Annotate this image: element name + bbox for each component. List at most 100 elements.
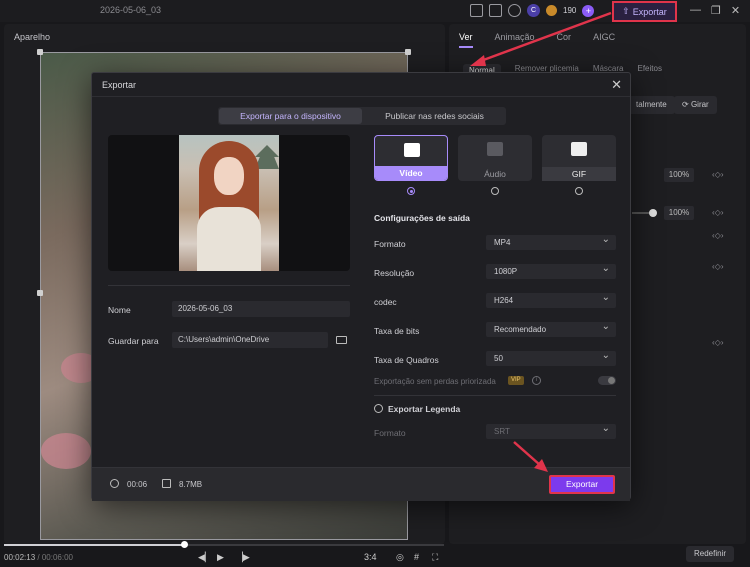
- tab-aigc[interactable]: AIGC: [593, 32, 615, 48]
- layout-icon[interactable]: [470, 4, 483, 17]
- output-settings-title: Configurações de saída: [374, 213, 470, 223]
- resolution-label: Resolução: [374, 268, 415, 278]
- format-radios: [374, 187, 616, 196]
- keyframe-icon[interactable]: ‹◇›: [712, 338, 723, 347]
- export-subtitle-label: Exportar Legenda: [388, 404, 461, 414]
- subtab-effects[interactable]: Efeitos: [638, 64, 662, 77]
- flip-horizontal-button[interactable]: talmente: [628, 96, 675, 114]
- minimize-icon[interactable]: —: [690, 4, 701, 17]
- dialog-footer: 00:06 8.7MB Exportar: [92, 467, 630, 501]
- scale-value-1[interactable]: 100%: [664, 168, 694, 182]
- folder-icon[interactable]: [336, 336, 347, 344]
- save-path-input[interactable]: C:\Users\admin\OneDrive: [172, 332, 328, 348]
- codec-select[interactable]: H264: [486, 290, 616, 308]
- upload-icon: ⇧: [622, 6, 630, 16]
- bitrate-label: Taxa de bits: [374, 326, 420, 336]
- divider: [374, 395, 616, 396]
- titlebar-icons: C 190 +: [470, 4, 595, 17]
- format-label: Formato: [374, 239, 406, 249]
- prev-frame-icon[interactable]: ◀▏: [198, 552, 212, 563]
- tab-publish-social[interactable]: Publicar nas redes sociais: [363, 107, 506, 125]
- name-input[interactable]: 2026-05-06_03: [172, 301, 350, 317]
- flower-decoration: [41, 433, 91, 469]
- total-time: / 00:06:00: [37, 553, 73, 562]
- vip-badge: VIP: [508, 376, 524, 385]
- close-window-icon[interactable]: ✕: [731, 4, 740, 17]
- framerate-label: Taxa de Quadros: [374, 355, 439, 365]
- format-card-gif[interactable]: GIF: [542, 135, 616, 181]
- snapshot-icon[interactable]: ◎: [396, 552, 404, 563]
- keyframe-icon[interactable]: ‹◇›: [712, 231, 723, 240]
- resize-handle[interactable]: [405, 49, 411, 55]
- radio-audio[interactable]: [458, 187, 532, 196]
- format-type-cards: Vídeo Áudio GIF: [374, 135, 616, 181]
- bitrate-select[interactable]: Recomendado: [486, 319, 616, 337]
- progress-fill: [4, 544, 184, 546]
- resize-handle[interactable]: [37, 49, 43, 55]
- music-note-icon: [487, 142, 503, 156]
- lossless-toggle[interactable]: [598, 376, 616, 385]
- slider-knob[interactable]: [649, 209, 657, 217]
- codec-label: codec: [374, 297, 397, 307]
- coin-icon: [546, 5, 557, 16]
- rotate-button[interactable]: ⟳ Girar: [674, 96, 717, 114]
- info-icon[interactable]: i: [532, 376, 541, 385]
- keyframe-icon[interactable]: ‹◇›: [712, 170, 723, 179]
- current-time: 00:02:13: [4, 553, 36, 562]
- export-button[interactable]: Exportar: [549, 475, 615, 494]
- reset-button[interactable]: Redefinir: [686, 546, 734, 562]
- tab-animacao[interactable]: Animação: [495, 32, 535, 48]
- add-credits-button[interactable]: +: [582, 4, 595, 17]
- subtitle-format-label: Formato: [374, 428, 406, 438]
- file-size-icon: [162, 479, 171, 488]
- radio-video[interactable]: [374, 187, 448, 196]
- subtitle-format-select[interactable]: SRT: [486, 421, 616, 439]
- rotate-label: Girar: [690, 100, 709, 109]
- lossless-label: Exportação sem perdas priorizada: [374, 377, 496, 386]
- fullscreen-icon[interactable]: ⛶: [432, 552, 438, 563]
- aspect-ratio-select[interactable]: 3:4: [364, 552, 377, 562]
- tab-cor[interactable]: Cor: [557, 32, 572, 48]
- resolution-select[interactable]: 1080P: [486, 261, 616, 279]
- export-top-label: Exportar: [632, 6, 667, 17]
- keyframe-icon[interactable]: ‹◇›: [712, 208, 723, 217]
- play-icon[interactable]: ▶: [217, 552, 224, 563]
- export-thumbnail: [108, 135, 350, 271]
- gif-icon: [571, 142, 587, 156]
- video-icon: [404, 143, 420, 157]
- window-controls: — ❐ ✕: [690, 4, 740, 17]
- dialog-title: Exportar: [102, 80, 137, 90]
- format-card-video[interactable]: Vídeo: [374, 135, 448, 181]
- restore-icon[interactable]: ❐: [711, 4, 721, 17]
- thumbnail-image: [179, 135, 279, 271]
- feedback-icon[interactable]: [489, 4, 502, 17]
- keyframe-icon[interactable]: ‹◇›: [712, 262, 723, 271]
- avatar[interactable]: C: [527, 4, 540, 17]
- dialog-header: Exportar ✕: [92, 73, 630, 97]
- tab-ver[interactable]: Ver: [459, 32, 473, 48]
- resize-handle[interactable]: [37, 290, 43, 296]
- format-card-audio[interactable]: Áudio: [458, 135, 532, 181]
- divider: [108, 285, 350, 286]
- preview-label: Aparelho: [14, 32, 51, 42]
- radio-gif[interactable]: [542, 187, 616, 196]
- download-icon[interactable]: [508, 4, 521, 17]
- time-display: 00:02:13 / 00:06:00: [4, 553, 73, 562]
- title-bar: 2026-05-06_03 C 190 + ⇧ Exportar — ❐ ✕: [0, 0, 750, 22]
- scale-value-2[interactable]: 100%: [664, 206, 694, 220]
- progress-knob[interactable]: [181, 541, 188, 548]
- close-icon[interactable]: ✕: [611, 77, 622, 93]
- export-top-button[interactable]: ⇧ Exportar: [612, 1, 677, 22]
- project-name: 2026-05-06_03: [100, 5, 162, 15]
- framerate-select[interactable]: 50: [486, 348, 616, 366]
- grid-icon[interactable]: #: [414, 552, 419, 562]
- export-size: 8.7MB: [179, 480, 203, 489]
- export-dialog: Exportar ✕ Exportar para o dispositivo P…: [91, 72, 631, 501]
- app-window: 2026-05-06_03 C 190 + ⇧ Exportar — ❐ ✕ A…: [0, 0, 750, 567]
- export-subtitle-checkbox[interactable]: [374, 404, 383, 413]
- next-frame-icon[interactable]: ▕▶: [236, 552, 250, 563]
- robe-shape: [197, 207, 261, 271]
- format-select[interactable]: MP4: [486, 232, 616, 250]
- tab-export-device[interactable]: Exportar para o dispositivo: [219, 108, 362, 124]
- progress-track[interactable]: [4, 541, 444, 548]
